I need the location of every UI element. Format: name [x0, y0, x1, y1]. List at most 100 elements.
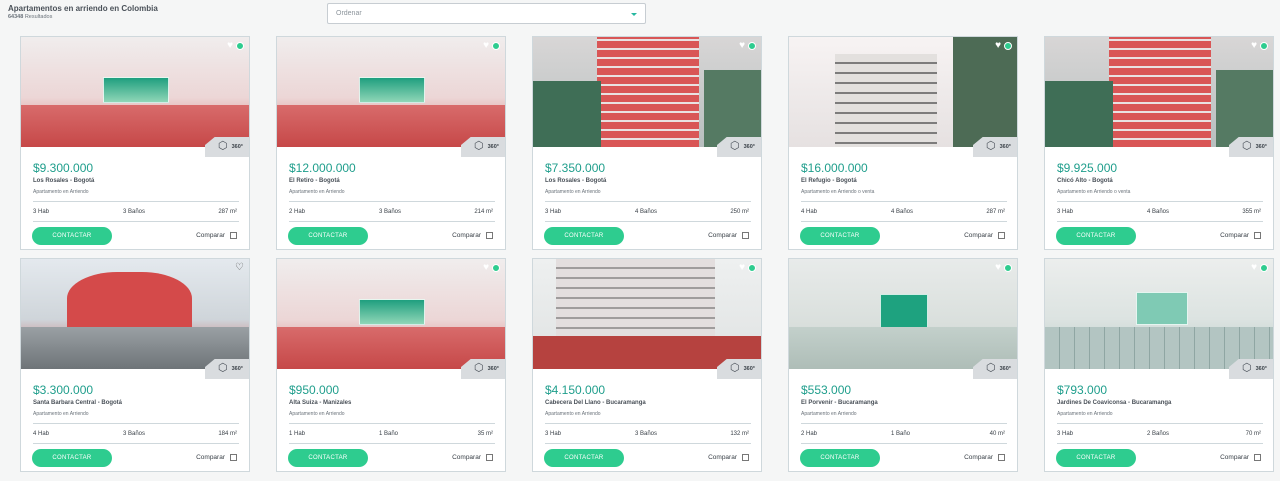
compare-checkbox[interactable] [230, 232, 237, 239]
tour-360-badge[interactable]: ⬡ 360° [1229, 359, 1273, 379]
listing-card[interactable]: ♡ ⬡ 360° $3.300.000 Santa Barbara Central - … [20, 258, 250, 472]
heart-icon[interactable]: ♥ [995, 263, 1001, 273]
compare-label: Comparar [964, 454, 993, 461]
virtual-tour-icon[interactable] [1004, 264, 1012, 272]
virtual-tour-icon[interactable] [748, 42, 756, 50]
listing-card[interactable]: ♥ ⬡ 360° $793.000 Jardines De Coaviconsa - B… [1044, 258, 1274, 472]
tour-360-badge[interactable]: ⬡ 360° [461, 359, 505, 379]
listing-card[interactable]: ♥ ⬡ 360° $950.000 Alta Suiza - Manizales Apar… [276, 258, 506, 472]
contact-button[interactable]: CONTACTAR [544, 449, 624, 467]
listing-photo[interactable] [533, 37, 761, 147]
compare-toggle[interactable]: Comparar [1220, 232, 1261, 239]
listing-location: Jardines De Coaviconsa - Bucaramanga [1057, 400, 1172, 406]
compare-checkbox[interactable] [742, 454, 749, 461]
listing-card[interactable]: ♥ ⬡ 360° $16.000.000 El Refugio - Bogotá Apar… [788, 36, 1018, 250]
listing-card[interactable]: ♥ ⬡ 360° $4.150.000 Cabecera Del Llano - Buc… [532, 258, 762, 472]
contact-button[interactable]: CONTACTAR [800, 227, 880, 245]
contact-button[interactable]: CONTACTAR [544, 227, 624, 245]
compare-toggle[interactable]: Comparar [708, 232, 749, 239]
listing-photo[interactable] [277, 37, 505, 147]
tour-360-badge[interactable]: ⬡ 360° [973, 137, 1017, 157]
listing-photo[interactable] [21, 37, 249, 147]
contact-button[interactable]: CONTACTAR [288, 449, 368, 467]
listing-price[interactable]: $950.000 [289, 383, 339, 397]
listing-photo[interactable] [21, 259, 249, 369]
compare-label: Comparar [964, 232, 993, 239]
listing-photo[interactable] [789, 259, 1017, 369]
listing-card[interactable]: ♥ ⬡ 360° $9.300.000 Los Rosales - Bogotá Apar… [20, 36, 250, 250]
compare-toggle[interactable]: Comparar [196, 232, 237, 239]
listing-type: Apartamento en Arriendo [1057, 411, 1113, 417]
heart-icon[interactable]: ♥ [1251, 41, 1257, 51]
compare-checkbox[interactable] [230, 454, 237, 461]
listing-card[interactable]: ♥ ⬡ 360° $7.350.000 Los Rosales - Bogotá Apar… [532, 36, 762, 250]
compare-toggle[interactable]: Comparar [452, 454, 493, 461]
compare-checkbox[interactable] [998, 454, 1005, 461]
virtual-tour-icon[interactable] [1004, 42, 1012, 50]
listing-baths: 3 Baños [123, 431, 146, 437]
virtual-tour-icon[interactable] [1260, 264, 1268, 272]
listing-card[interactable]: ♥ ⬡ 360° $9.925.000 Chicó Alto - Bogotá Apart… [1044, 36, 1274, 250]
sort-dropdown[interactable]: Ordenar [327, 3, 646, 24]
compare-checkbox[interactable] [998, 232, 1005, 239]
heart-icon[interactable]: ♡ [235, 263, 244, 273]
listing-price[interactable]: $16.000.000 [801, 161, 868, 175]
heart-icon[interactable]: ♥ [483, 263, 489, 273]
virtual-tour-icon[interactable] [492, 42, 500, 50]
listing-card[interactable]: ♥ ⬡ 360° $553.000 El Porvenir - Bucaramanga A… [788, 258, 1018, 472]
listing-area: 214 m² [474, 209, 493, 215]
contact-button[interactable]: CONTACTAR [800, 449, 880, 467]
tour-360-badge[interactable]: ⬡ 360° [1229, 137, 1273, 157]
contact-button[interactable]: CONTACTAR [1056, 227, 1136, 245]
virtual-tour-icon[interactable] [236, 42, 244, 50]
listing-baths: 1 Baño [379, 431, 399, 437]
tour-360-badge[interactable]: ⬡ 360° [205, 359, 249, 379]
tour-360-badge[interactable]: ⬡ 360° [973, 359, 1017, 379]
heart-icon[interactable]: ♥ [739, 263, 745, 273]
listing-photo[interactable] [789, 37, 1017, 147]
listing-type: Apartamento en Arriendo o venta [1057, 189, 1131, 195]
listing-price[interactable]: $4.150.000 [545, 383, 605, 397]
listing-photo[interactable] [533, 259, 761, 369]
tour-360-badge[interactable]: ⬡ 360° [205, 137, 249, 157]
compare-checkbox[interactable] [1254, 232, 1261, 239]
heart-icon[interactable]: ♥ [483, 41, 489, 51]
heart-icon[interactable]: ♥ [227, 41, 233, 51]
listing-card[interactable]: ♥ ⬡ 360° $12.000.000 El Retiro - Bogotá Apart… [276, 36, 506, 250]
listing-photo[interactable] [277, 259, 505, 369]
compare-toggle[interactable]: Comparar [196, 454, 237, 461]
tour-360-badge[interactable]: ⬡ 360° [717, 359, 761, 379]
listing-price[interactable]: $7.350.000 [545, 161, 605, 175]
contact-button[interactable]: CONTACTAR [288, 227, 368, 245]
contact-button[interactable]: CONTACTAR [1056, 449, 1136, 467]
listing-price[interactable]: $12.000.000 [289, 161, 356, 175]
listing-photo[interactable] [1045, 259, 1273, 369]
compare-checkbox[interactable] [486, 454, 493, 461]
heart-icon[interactable]: ♥ [1251, 263, 1257, 273]
listing-price[interactable]: $793.000 [1057, 383, 1107, 397]
listing-price[interactable]: $9.300.000 [33, 161, 93, 175]
compare-toggle[interactable]: Comparar [964, 232, 1005, 239]
virtual-tour-icon[interactable] [492, 264, 500, 272]
tour-360-badge[interactable]: ⬡ 360° [461, 137, 505, 157]
heart-icon[interactable]: ♥ [995, 41, 1001, 51]
tour-360-label: 360° [743, 366, 755, 372]
listing-price[interactable]: $9.925.000 [1057, 161, 1117, 175]
compare-checkbox[interactable] [1254, 454, 1261, 461]
compare-checkbox[interactable] [486, 232, 493, 239]
contact-button[interactable]: CONTACTAR [32, 449, 112, 467]
compare-toggle[interactable]: Comparar [452, 232, 493, 239]
contact-button[interactable]: CONTACTAR [32, 227, 112, 245]
compare-checkbox[interactable] [742, 232, 749, 239]
listing-price[interactable]: $3.300.000 [33, 383, 93, 397]
virtual-tour-icon[interactable] [1260, 42, 1268, 50]
compare-toggle[interactable]: Comparar [964, 454, 1005, 461]
tour-360-badge[interactable]: ⬡ 360° [717, 137, 761, 157]
compare-toggle[interactable]: Comparar [1220, 454, 1261, 461]
virtual-tour-icon[interactable] [748, 264, 756, 272]
listing-photo[interactable] [1045, 37, 1273, 147]
heart-icon[interactable]: ♥ [739, 41, 745, 51]
listing-price[interactable]: $553.000 [801, 383, 851, 397]
compare-toggle[interactable]: Comparar [708, 454, 749, 461]
cube-icon: ⬡ [730, 362, 740, 374]
